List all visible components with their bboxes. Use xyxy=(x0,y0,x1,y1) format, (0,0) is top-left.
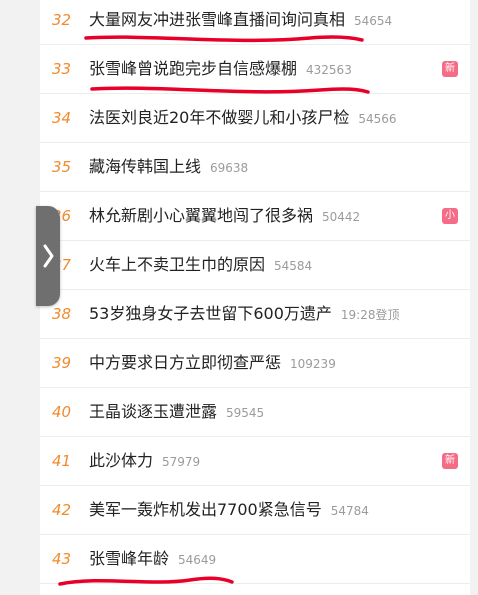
list-item[interactable]: 38 53岁独身女子去世留下600万遗产 19:28登顶 xyxy=(40,290,470,339)
topic-text: 53岁独身女子去世留下600万遗产 xyxy=(89,304,332,323)
heat-count: 54584 xyxy=(274,259,313,273)
topic-text: 林允新剧小心翼翼地闯了很多祸 xyxy=(89,206,314,225)
rank-number: 34 xyxy=(52,109,72,127)
topic-title[interactable]: 中方要求日方立即彻查严惩 109239 xyxy=(89,339,336,387)
heat-count: 59545 xyxy=(226,406,265,420)
topic-title[interactable]: 张雪峰年龄 54649 xyxy=(89,535,216,583)
chevron-right-icon xyxy=(43,244,54,268)
rank-number: 35 xyxy=(52,158,72,176)
list-item[interactable]: 39 中方要求日方立即彻查严惩 109239 xyxy=(40,339,470,388)
new-badge: 新 xyxy=(442,453,458,469)
topic-title[interactable]: 王晶谈逐玉遭泄露 59545 xyxy=(89,388,264,436)
heat-count: 50442 xyxy=(322,210,361,224)
heat-count: 54566 xyxy=(358,112,397,126)
topic-text: 此沙体力 xyxy=(89,451,154,470)
topic-text: 王晶谈逐玉遭泄露 xyxy=(89,402,218,421)
topic-text: 藏海传韩国上线 xyxy=(89,157,202,176)
list-item[interactable]: 41 此沙体力 57979 新 xyxy=(40,437,470,486)
rank-number: 43 xyxy=(52,550,72,568)
rank-number: 33 xyxy=(52,60,72,78)
topic-title[interactable]: 53岁独身女子去世留下600万遗产 19:28登顶 xyxy=(89,290,400,338)
list-item[interactable]: 35 藏海传韩国上线 69638 xyxy=(40,143,470,192)
heat-count: 109239 xyxy=(290,357,336,371)
list-item[interactable]: 34 法医刘良近20年不做婴儿和小孩尸检 54566 xyxy=(40,94,470,143)
topic-text: 大量网友冲进张雪峰直播间询问真相 xyxy=(89,10,346,29)
list-item[interactable]: 43 张雪峰年龄 54649 xyxy=(40,535,470,584)
topic-text: 张雪峰年龄 xyxy=(89,549,170,568)
tag-badge: 小 xyxy=(442,208,458,224)
new-badge: 新 xyxy=(442,61,458,77)
list-item[interactable]: 32 大量网友冲进张雪峰直播间询问真相 54654 xyxy=(40,0,470,45)
heat-count: 54654 xyxy=(354,14,393,28)
heat-count: 432563 xyxy=(306,63,352,77)
rank-number: 39 xyxy=(52,354,72,372)
rank-number: 42 xyxy=(52,501,72,519)
hot-search-list: 32 大量网友冲进张雪峰直播间询问真相 54654 33 张雪峰曾说跑完步自信感爆棚 43… xyxy=(40,0,470,595)
topic-text: 美军一轰炸机发出7700紧急信号 xyxy=(89,500,322,519)
topic-text: 中方要求日方立即彻查严惩 xyxy=(89,353,282,372)
side-drawer-handle[interactable] xyxy=(36,206,60,306)
topic-title[interactable]: 张雪峰曾说跑完步自信感爆棚 432563 xyxy=(89,45,352,93)
topic-title[interactable]: 美军一轰炸机发出7700紧急信号 54784 xyxy=(89,486,369,534)
rank-number: 32 xyxy=(52,11,72,29)
hot-search-screen: 32 大量网友冲进张雪峰直播间询问真相 54654 33 张雪峰曾说跑完步自信感爆棚 43… xyxy=(0,0,478,595)
rank-number: 40 xyxy=(52,403,72,421)
heat-count: 54784 xyxy=(330,504,369,518)
list-item[interactable]: 33 张雪峰曾说跑完步自信感爆棚 432563 新 xyxy=(40,45,470,94)
topic-title[interactable]: 大量网友冲进张雪峰直播间询问真相 54654 xyxy=(89,0,392,44)
topic-title[interactable]: 林允新剧小心翼翼地闯了很多祸 50442 xyxy=(89,192,360,240)
topic-title[interactable]: 法医刘良近20年不做婴儿和小孩尸检 54566 xyxy=(89,94,397,142)
list-item[interactable]: 36 林允新剧小心翼翼地闯了很多祸 50442 小 xyxy=(40,192,470,241)
heat-count: 19:28登顶 xyxy=(340,308,400,322)
list-item[interactable]: 42 美军一轰炸机发出7700紧急信号 54784 xyxy=(40,486,470,535)
list-item[interactable]: 40 王晶谈逐玉遭泄露 59545 xyxy=(40,388,470,437)
topic-title[interactable]: 藏海传韩国上线 69638 xyxy=(89,143,248,191)
list-item[interactable]: 37 火车上不卖卫生巾的原因 54584 xyxy=(40,241,470,290)
rank-number: 41 xyxy=(52,452,72,470)
topic-title[interactable]: 此沙体力 57979 xyxy=(89,437,200,485)
topic-text: 火车上不卖卫生巾的原因 xyxy=(89,255,266,274)
heat-count: 54649 xyxy=(178,553,217,567)
topic-text: 法医刘良近20年不做婴儿和小孩尸检 xyxy=(89,108,350,127)
heat-count: 57979 xyxy=(162,455,201,469)
heat-count: 69638 xyxy=(210,161,249,175)
topic-text: 张雪峰曾说跑完步自信感爆棚 xyxy=(89,59,298,78)
topic-title[interactable]: 火车上不卖卫生巾的原因 54584 xyxy=(89,241,312,289)
